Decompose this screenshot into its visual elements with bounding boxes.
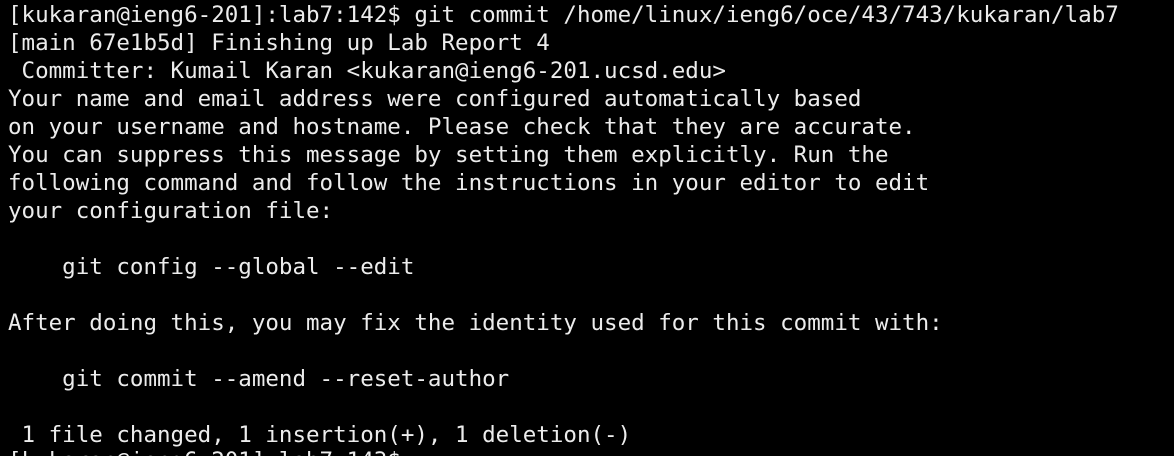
terminal-window[interactable]: [kukaran@ieng6-201]:lab7:142$ git commit… xyxy=(0,0,1174,456)
next-prompt-line[interactable]: [kukaran@ieng6-201]:lab7:143$ xyxy=(8,447,414,456)
config-command-line: git config --global --edit xyxy=(8,254,415,280)
committer-line: Committer: Kumail Karan <kukaran@ieng6-2… xyxy=(8,58,726,84)
output-line: on your username and hostname. Please ch… xyxy=(8,114,916,140)
output-line: your configuration file: xyxy=(8,198,334,224)
output-line: You can suppress this message by setting… xyxy=(8,142,889,168)
diffstat-line: 1 file changed, 1 insertion(+), 1 deleti… xyxy=(8,422,632,448)
output-line: Your name and email address were configu… xyxy=(8,86,862,112)
amend-command-line: git commit --amend --reset-author xyxy=(8,366,510,392)
output-line: After doing this, you may fix the identi… xyxy=(8,310,943,336)
commit-summary-line: [main 67e1b5d] Finishing up Lab Report 4 xyxy=(8,30,550,56)
output-line: following command and follow the instruc… xyxy=(8,170,930,196)
prompt-command-line: [kukaran@ieng6-201]:lab7:142$ git commit… xyxy=(8,2,1119,28)
